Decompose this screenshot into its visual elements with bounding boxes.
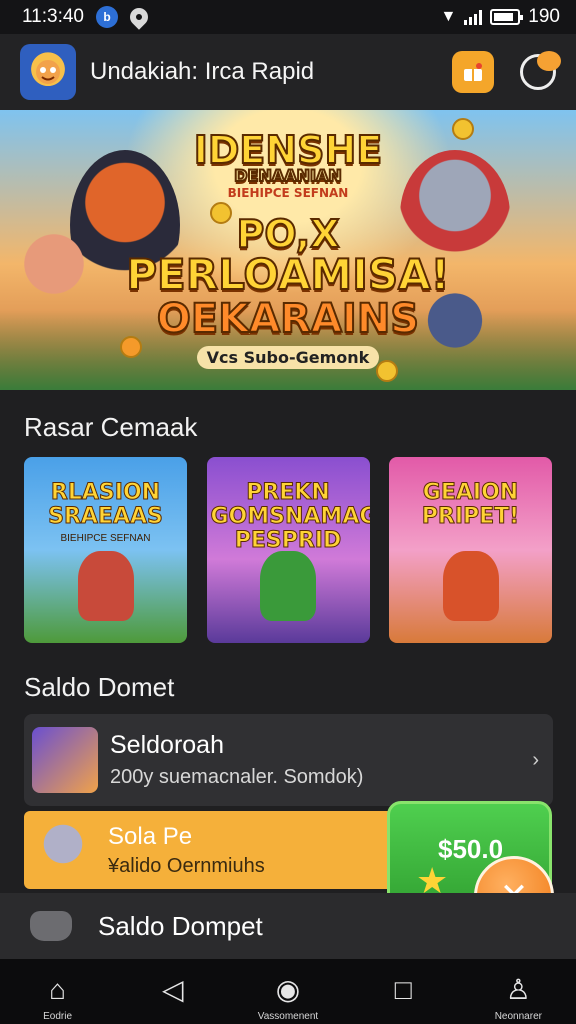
signal-icon [464, 9, 483, 25]
gift-button[interactable] [452, 51, 494, 93]
promo-title: Sola Pe [108, 822, 193, 850]
promo-banner[interactable]: Sola Pe ¥alido Oernmiuhs [24, 811, 424, 889]
nav-home[interactable]: ⌂ Eodrie [8, 974, 108, 1023]
back-icon: ◁ [162, 974, 184, 1005]
wallet-list-item[interactable]: Seldoroah 200y suemacnaler. Somdok) › [24, 714, 553, 806]
game-card-row: RLASION SRAEAAS BIEHIPCE SEFNAN PREKN GO… [24, 457, 552, 643]
nav-center-label: Vassomenent [257, 1011, 319, 1022]
circle-icon: ◉ [275, 974, 301, 1005]
chat-button[interactable] [520, 51, 561, 90]
wallet-dock[interactable]: Saldo Dompet [0, 893, 576, 959]
hero-title-line2: DENAANIAN [233, 165, 342, 186]
app-title: Undakiah: Irca Rapid [90, 58, 315, 85]
wallet-icon [30, 911, 72, 941]
app-logo[interactable] [20, 44, 76, 100]
promo-subtitle: ¥alido Oernmiuhs [108, 854, 265, 877]
nav-back[interactable]: ◁ [123, 975, 223, 1005]
chevron-right-icon: › [532, 748, 539, 771]
game-card-2[interactable]: PREKN GOMSNAMAG PESPRID [206, 457, 370, 643]
nav-profile[interactable]: ♙ Neonnarer [468, 974, 568, 1023]
hero-title-line3: BIEHIPCE SEFNAN [227, 186, 349, 200]
home-icon: ⌂ [49, 974, 67, 1005]
game-card-3[interactable]: GEAION PRIPET! [389, 457, 552, 643]
nav-profile-label: Neonnarer [494, 1011, 542, 1022]
wallet-item-title: Seldoroah [110, 731, 224, 759]
game-card-character [442, 551, 499, 621]
nav-center[interactable]: ◉ Vassomenent [238, 974, 338, 1023]
status-time: 11:3:40 [22, 6, 84, 27]
game-card-subtitle: BIEHIPCE SEFNAN [60, 533, 151, 544]
mascot-icon [36, 60, 60, 84]
wifi-icon: ▼ [440, 8, 457, 25]
game-card-character [77, 551, 134, 621]
nav-recents[interactable]: □ [353, 975, 453, 1005]
hero-title-line6: OEKARAINS [156, 295, 420, 343]
hero-tagline-text: Vcs Subo-Gemonk [196, 346, 380, 369]
notification-badge-icon: b [95, 6, 118, 28]
game-card-title: GEAION PRIPET! [421, 480, 520, 529]
profile-icon: ♙ [505, 974, 531, 1005]
section-title-games: Rasar Cemaak [24, 412, 198, 442]
game-card-character [260, 551, 316, 621]
promo-thumbnail [32, 820, 94, 880]
wallet-item-subtitle: 200y suemacnaler. Somdok) [110, 766, 364, 788]
dock-label: Saldo Dompet [98, 910, 263, 941]
battery-level: 190 [528, 6, 560, 27]
recents-icon: □ [394, 974, 412, 1005]
bottom-navigation: ⌂ Eodrie ◁ ◉ Vassomenent □ ♙ Neonnarer [0, 959, 576, 1024]
battery-icon [490, 9, 524, 25]
game-card-title: RLASION SRAEAAS [48, 480, 164, 529]
game-card-1[interactable]: RLASION SRAEAAS BIEHIPCE SEFNAN [24, 457, 187, 643]
game-card-title: PREKN GOMSNAMAG PESPRID [210, 480, 370, 553]
location-icon [126, 4, 152, 30]
hero-title-line5: PERLOAMISA! [125, 249, 451, 300]
nav-home-label: Eodrie [43, 1011, 73, 1022]
section-title-wallet: Saldo Domet [24, 672, 175, 702]
wallet-item-thumbnail [32, 727, 98, 793]
app-header: Undakiah: Irca Rapid [0, 34, 576, 110]
hero-banner[interactable]: IDENSHE DENAANIAN BIEHIPCE SEFNAN PO,X P… [0, 110, 576, 390]
gift-icon [464, 63, 482, 81]
hero-tagline: Vcs Subo-Gemonk [0, 346, 576, 369]
status-bar: 11:3:40 b ▼ 190 [0, 0, 576, 34]
